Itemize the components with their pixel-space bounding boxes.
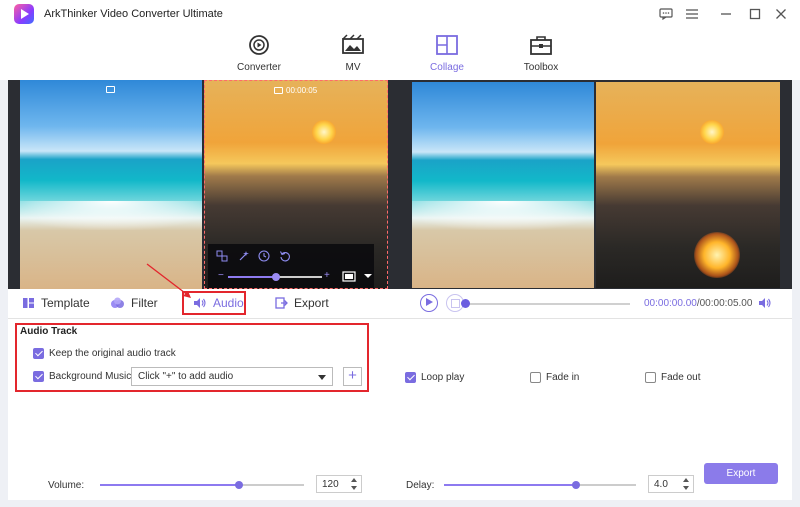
volume-stepper[interactable]: 120 bbox=[316, 475, 362, 493]
clip-time: 00:00:05 bbox=[286, 86, 318, 95]
background-music-checkbox[interactable]: Background Music bbox=[33, 371, 131, 382]
checkbox-label: Keep the original audio track bbox=[49, 348, 176, 359]
collage-icon bbox=[436, 35, 458, 55]
nav-tab-label: Toolbox bbox=[523, 62, 559, 73]
slider-knob[interactable] bbox=[234, 481, 243, 489]
app-title: ArkThinker Video Converter Ultimate bbox=[44, 8, 223, 20]
app-logo-icon bbox=[14, 4, 34, 24]
chevron-down-icon[interactable] bbox=[362, 271, 374, 283]
nav-tab-label: Converter bbox=[237, 62, 281, 73]
checkbox[interactable] bbox=[33, 371, 44, 382]
slider-fill bbox=[100, 484, 239, 486]
preview-beach-image bbox=[412, 82, 594, 288]
picture-icon bbox=[106, 86, 115, 93]
feedback-icon[interactable] bbox=[655, 4, 677, 24]
aspect-ratio-icon[interactable] bbox=[342, 270, 358, 282]
clip-toolbar: − + bbox=[208, 244, 374, 288]
main-nav: Converter MV Collage Toolbox bbox=[0, 28, 800, 80]
slider-fill bbox=[228, 276, 276, 278]
clip-time-badge: 00:00:05 bbox=[274, 86, 317, 95]
play-button[interactable] bbox=[420, 294, 438, 312]
sun-graphic bbox=[700, 120, 724, 144]
current-time: 00:00:00.00 bbox=[644, 298, 697, 309]
volume-slider[interactable] bbox=[100, 480, 304, 490]
converter-icon bbox=[249, 35, 269, 55]
toolbox-icon bbox=[530, 36, 552, 55]
loop-play-checkbox[interactable]: Loop play bbox=[405, 372, 464, 383]
checkbox-label: Background Music bbox=[49, 371, 132, 382]
stepper-arrows[interactable] bbox=[351, 478, 359, 490]
clip-beach-image[interactable] bbox=[20, 80, 202, 289]
tab-label: Template bbox=[41, 296, 90, 310]
maximize-icon[interactable] bbox=[744, 4, 766, 24]
nav-tab-label: MV bbox=[345, 62, 361, 73]
checkbox[interactable] bbox=[530, 372, 541, 383]
export-button[interactable]: Export bbox=[704, 463, 778, 484]
nav-tab-mv[interactable]: MV bbox=[318, 34, 388, 73]
collage-preview bbox=[404, 80, 792, 289]
close-icon[interactable] bbox=[770, 4, 792, 24]
delay-label: Delay: bbox=[406, 480, 435, 491]
total-time: /00:00:05.00 bbox=[696, 298, 753, 309]
tab-label: Export bbox=[294, 296, 329, 310]
checkbox[interactable] bbox=[405, 372, 416, 383]
checkbox[interactable] bbox=[33, 348, 44, 359]
stepper-value: 4.0 bbox=[654, 479, 668, 490]
playback-progress-bar[interactable] bbox=[466, 303, 630, 305]
section-title: Audio Track bbox=[20, 326, 78, 337]
nav-tab-toolbox[interactable]: Toolbox bbox=[506, 34, 576, 73]
export-icon bbox=[275, 297, 288, 309]
checkbox-label: Fade in bbox=[546, 372, 580, 383]
checkbox[interactable] bbox=[645, 372, 656, 383]
image-badge bbox=[106, 86, 115, 93]
chevron-down-icon bbox=[318, 375, 326, 380]
filter-icon bbox=[111, 297, 124, 308]
preview-sunset-image bbox=[596, 82, 780, 288]
fade-in-checkbox[interactable]: Fade in bbox=[530, 372, 579, 383]
fade-out-checkbox[interactable]: Fade out bbox=[645, 372, 700, 383]
checkbox-label: Fade out bbox=[661, 372, 701, 383]
playback-time: 00:00:00.00/00:00:05.00 bbox=[644, 298, 752, 309]
edit-tabs: Template Filter Audio Export bbox=[8, 289, 404, 319]
background-music-select[interactable]: Click "+" to add audio bbox=[131, 367, 333, 386]
plus-icon: + bbox=[324, 270, 330, 281]
stepper-arrows[interactable] bbox=[683, 478, 691, 490]
delay-stepper[interactable]: 4.0 bbox=[648, 475, 694, 493]
stepper-value: 120 bbox=[322, 479, 339, 490]
keep-original-audio-checkbox[interactable]: Keep the original audio track bbox=[33, 348, 176, 359]
collage-workspace: 00:00:05 − + Template Filter Audio Expor… bbox=[8, 80, 792, 500]
volume-icon[interactable] bbox=[758, 297, 772, 312]
clock-icon[interactable] bbox=[258, 250, 270, 262]
minus-icon: − bbox=[218, 270, 224, 281]
menu-icon[interactable] bbox=[681, 4, 703, 24]
slider-knob[interactable] bbox=[272, 273, 280, 281]
mv-icon bbox=[342, 34, 364, 54]
magic-wand-icon[interactable] bbox=[238, 250, 250, 262]
title-bar: ArkThinker Video Converter Ultimate bbox=[0, 0, 800, 28]
nav-tab-converter[interactable]: Converter bbox=[224, 34, 294, 73]
tab-export[interactable]: Export bbox=[275, 296, 329, 310]
clip-volume-slider[interactable]: − + bbox=[218, 270, 330, 282]
add-audio-button[interactable]: + bbox=[343, 367, 362, 386]
select-value: Click "+" to add audio bbox=[138, 371, 234, 382]
template-icon bbox=[23, 298, 34, 308]
minimize-icon[interactable] bbox=[715, 4, 737, 24]
delay-slider[interactable] bbox=[444, 480, 636, 490]
slider-fill bbox=[444, 484, 577, 486]
tab-template[interactable]: Template bbox=[22, 296, 90, 310]
annotation-arrow-icon bbox=[146, 263, 191, 298]
checkbox-label: Loop play bbox=[421, 372, 465, 383]
playback-knob[interactable] bbox=[461, 299, 470, 308]
volume-label: Volume: bbox=[48, 480, 85, 491]
preview-player: 00:00:00.00/00:00:05.00 bbox=[404, 289, 792, 319]
nav-tab-collage[interactable]: Collage bbox=[412, 34, 482, 73]
crop-icon[interactable] bbox=[216, 250, 228, 262]
fire-graphic bbox=[694, 232, 740, 278]
reset-icon[interactable] bbox=[279, 250, 291, 262]
picture-icon bbox=[274, 87, 283, 94]
slider-knob[interactable] bbox=[572, 481, 581, 489]
audio-settings-panel: Audio Track Keep the original audio trac… bbox=[8, 320, 792, 500]
nav-tab-label: Collage bbox=[430, 62, 464, 73]
collage-editor: 00:00:05 − + bbox=[8, 80, 404, 289]
